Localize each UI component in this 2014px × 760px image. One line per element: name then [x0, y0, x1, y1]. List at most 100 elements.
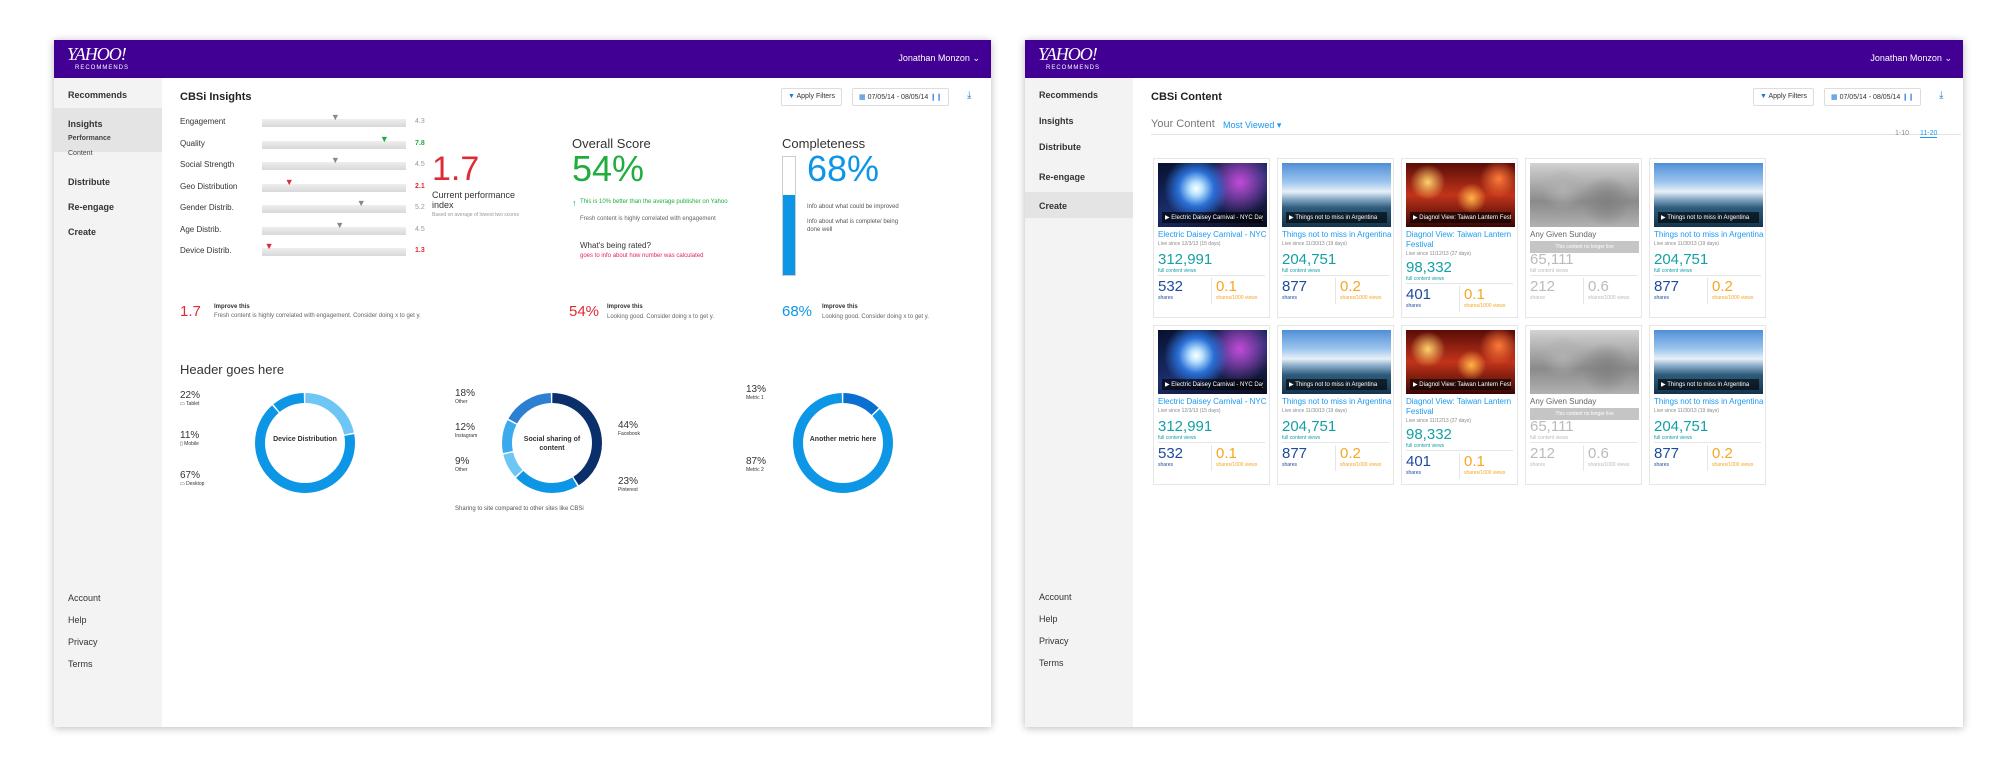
footer-terms[interactable]: Terms	[68, 659, 93, 669]
content-title[interactable]: Things not to miss in Argentina	[1282, 230, 1394, 240]
content-card[interactable]: Any Given Sunday This content no longer l…	[1525, 158, 1642, 318]
views-count: 312,991	[1158, 418, 1213, 435]
footer-help[interactable]: Help	[68, 615, 87, 625]
yahoo-logo[interactable]: YAHOO! RECOMMENDS	[67, 45, 129, 71]
top-bar: YAHOO! RECOMMENDS Jonathan Monzon ⌄	[1025, 40, 1963, 78]
content-title[interactable]: Electric Daisey Carnival - NYC	[1158, 230, 1270, 240]
live-since: Live since 11/12/13 (27 days)	[1406, 418, 1471, 424]
content-title[interactable]: Diagnol View: Taiwan Lantern Festival	[1406, 397, 1518, 417]
page-1-10[interactable]: 1-10	[1895, 130, 1909, 137]
content-thumbnail[interactable]: ▶ Things not to miss in Argentina	[1654, 163, 1763, 227]
content-thumbnail[interactable]: ▶ Things not to miss in Argentina	[1282, 330, 1391, 394]
content-thumbnail[interactable]: ▶ Electric Daisey Carnival - NYC Day 1	[1158, 330, 1267, 394]
footer-privacy[interactable]: Privacy	[68, 637, 98, 647]
arrow-up-icon: ↑	[572, 198, 577, 208]
content-thumbnail[interactable]	[1530, 330, 1639, 394]
nav-content[interactable]: Content	[68, 150, 93, 157]
content-title[interactable]: Diagnol View: Taiwan Lantern Festival	[1406, 230, 1518, 250]
content-title[interactable]: Any Given Sunday	[1530, 397, 1642, 407]
nav-create[interactable]: Create	[68, 227, 96, 237]
content-card[interactable]: ▶ Things not to miss in Argentina Things …	[1277, 158, 1394, 318]
views-label: full content views	[1282, 268, 1321, 274]
metric-track	[262, 226, 406, 235]
content-card[interactable]: ▶ Electric Daisey Carnival - NYC Day 1 El…	[1153, 158, 1270, 318]
improve-text-2: Looking good. Consider doing x to get y.	[607, 314, 714, 320]
content-title[interactable]: Things not to miss in Argentina	[1282, 397, 1394, 407]
content-main: CBSi Content ▼ Apply Filters ▦ 07/05/14 …	[1133, 78, 1963, 727]
nav-recommends[interactable]: Recommends	[1039, 90, 1098, 100]
user-menu[interactable]: Jonathan Monzon ⌄	[898, 53, 980, 64]
content-thumbnail[interactable]: ▶ Diagnol View: Taiwan Lantern Festival	[1406, 330, 1515, 394]
footer-privacy[interactable]: Privacy	[1039, 636, 1069, 646]
views-label: full content views	[1654, 268, 1693, 274]
shares-count: 212	[1530, 445, 1556, 462]
nav-recommends[interactable]: Recommends	[68, 90, 127, 100]
nav-reengage[interactable]: Re-engage	[68, 202, 114, 212]
live-since: Live since 11/30/13 (19 days)	[1282, 241, 1347, 247]
live-since: Live since 11/30/13 (19 days)	[1654, 241, 1719, 247]
footer-terms[interactable]: Terms	[1039, 658, 1064, 668]
thumbnail-caption: ▶ Things not to miss in Argentina	[1658, 212, 1759, 223]
completeness-note2: Info about what is complete/ being done …	[807, 219, 899, 233]
shares-count: 532	[1158, 278, 1184, 295]
nav-performance[interactable]: Performance	[68, 135, 111, 142]
shares-label: shares	[1654, 295, 1670, 301]
nav-distribute[interactable]: Distribute	[68, 177, 110, 187]
footer-account[interactable]: Account	[1039, 592, 1072, 602]
nav-create[interactable]: Create	[1039, 201, 1067, 211]
content-title[interactable]: Any Given Sunday	[1530, 230, 1642, 240]
metric-value: 4.3	[415, 118, 425, 125]
filter-icon: ▼	[788, 93, 795, 100]
content-card[interactable]: ▶ Diagnol View: Taiwan Lantern Festival D…	[1401, 325, 1518, 485]
content-card[interactable]: ▶ Diagnol View: Taiwan Lantern Festival D…	[1401, 158, 1518, 318]
footer-account[interactable]: Account	[68, 593, 101, 603]
content-thumbnail[interactable]: ▶ Things not to miss in Argentina	[1282, 163, 1391, 227]
legend-label: ▭ Desktop	[180, 481, 205, 487]
sidebar: Recommends Insights Performance Content …	[54, 78, 162, 727]
yahoo-logo[interactable]: YAHOO! RECOMMENDS	[1038, 45, 1100, 71]
views-count: 312,991	[1158, 251, 1213, 268]
legend-pct: 13%	[746, 384, 767, 395]
download-icon[interactable]: ⤓	[967, 90, 971, 101]
share-rate: 0.2	[1712, 445, 1733, 462]
content-card[interactable]: ▶ Things not to miss in Argentina Things …	[1277, 325, 1394, 485]
content-title[interactable]: Things not to miss in Argentina	[1654, 397, 1766, 407]
section-header: Header goes here	[180, 362, 285, 377]
nav-insights[interactable]: Insights	[68, 119, 103, 129]
live-since: Live since 12/3/13 (15 days)	[1158, 241, 1221, 247]
nav-reengage[interactable]: Re-engage	[1039, 172, 1085, 182]
date-range-picker[interactable]: ▦ 07/05/14 - 08/05/14 ❙❙	[1824, 88, 1921, 106]
apply-filters-button[interactable]: ▼ Apply Filters	[781, 88, 843, 106]
nav-distribute[interactable]: Distribute	[1039, 142, 1081, 152]
legend-pct: 23%	[618, 476, 639, 487]
download-icon[interactable]: ⤓	[1939, 90, 1943, 101]
nav-insights[interactable]: Insights	[1039, 116, 1074, 126]
rated-link[interactable]: goes to info about how number was calcul…	[580, 253, 703, 259]
metric-value: 1.3	[415, 247, 425, 254]
content-card[interactable]: ▶ Electric Daisey Carnival - NYC Day 1 El…	[1153, 325, 1270, 485]
footer-help[interactable]: Help	[1039, 614, 1058, 624]
divider	[1151, 134, 1961, 135]
content-title[interactable]: Things not to miss in Argentina	[1654, 230, 1766, 240]
content-thumbnail[interactable]: ▶ Diagnol View: Taiwan Lantern Festival	[1406, 163, 1515, 227]
mobile-icon: ▯	[180, 441, 183, 447]
content-card[interactable]: Any Given Sunday This content no longer l…	[1525, 325, 1642, 485]
legend-label: ▭ Tablet	[180, 401, 200, 407]
user-menu[interactable]: Jonathan Monzon ⌄	[1870, 53, 1952, 64]
live-since: Live since 11/12/13 (27 days)	[1406, 251, 1471, 257]
content-card[interactable]: ▶ Things not to miss in Argentina Things …	[1649, 158, 1766, 318]
sort-dropdown[interactable]: Most Viewed ▾	[1223, 120, 1281, 131]
page-11-20[interactable]: 11-20	[1920, 130, 1938, 138]
content-thumbnail[interactable]	[1530, 163, 1639, 227]
content-thumbnail[interactable]: ▶ Electric Daisey Carnival - NYC Day 1	[1158, 163, 1267, 227]
share-rate: 0.6	[1588, 445, 1609, 462]
content-title[interactable]: Electric Daisey Carnival - NYC	[1158, 397, 1270, 407]
share-rate: 0.2	[1340, 445, 1361, 462]
content-thumbnail[interactable]: ▶ Things not to miss in Argentina	[1654, 330, 1763, 394]
share-rate: 0.6	[1588, 278, 1609, 295]
apply-filters-button[interactable]: ▼ Apply Filters	[1753, 88, 1815, 106]
thumbnail-caption: ▶ Electric Daisey Carnival - NYC Day 1	[1162, 212, 1263, 223]
metric-marker-icon: ▼	[330, 155, 340, 165]
date-range-picker[interactable]: ▦ 07/05/14 - 08/05/14 ❙❙	[852, 88, 949, 106]
content-card[interactable]: ▶ Things not to miss in Argentina Things …	[1649, 325, 1766, 485]
